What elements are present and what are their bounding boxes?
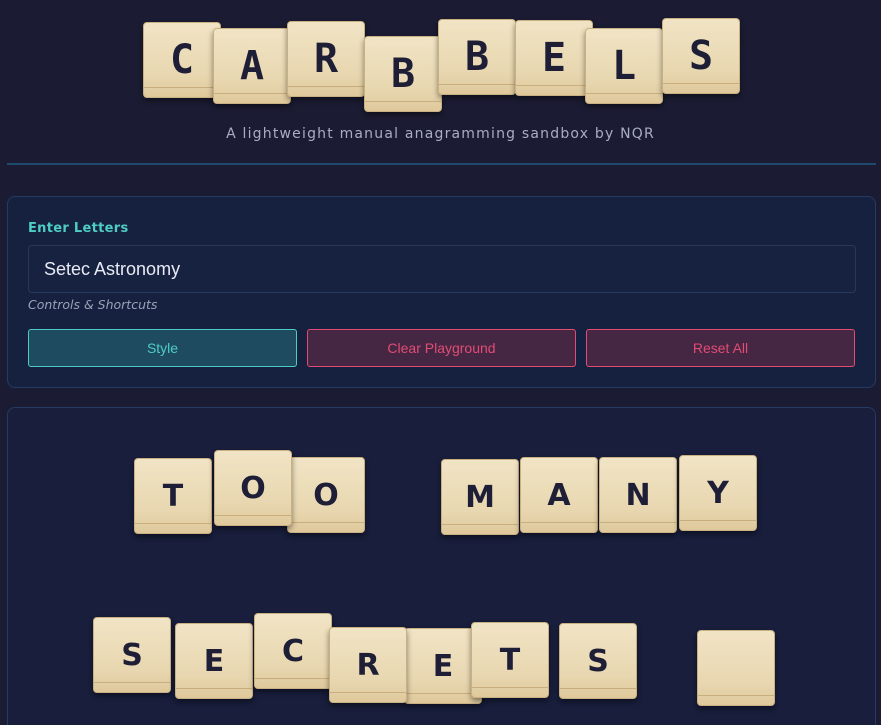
controls-panel: Enter Letters Controls & Shortcuts Style… <box>7 196 876 388</box>
letter-tile[interactable]: N <box>599 457 677 533</box>
subtitle: A lightweight manual anagramming sandbox… <box>226 126 655 142</box>
letter-tile[interactable]: O <box>214 450 292 526</box>
clear-playground-button[interactable]: Clear Playground <box>307 329 576 367</box>
enter-letters-label: Enter Letters <box>28 221 129 236</box>
letter-tile[interactable]: T <box>471 622 549 698</box>
letter-tile[interactable]: A <box>520 457 598 533</box>
letter-tile[interactable]: Y <box>679 455 757 531</box>
reset-all-button[interactable]: Reset All <box>586 329 855 367</box>
logo-tile-c: C <box>143 22 221 98</box>
letter-tile[interactable]: E <box>175 623 253 699</box>
letter-tile[interactable]: R <box>329 627 407 703</box>
letter-tile[interactable]: O <box>287 457 365 533</box>
blank-tile[interactable] <box>697 630 775 706</box>
style-button[interactable]: Style <box>28 329 297 367</box>
logo-tile-b2: B <box>438 19 516 95</box>
logo-tile-a: A <box>213 28 291 104</box>
logo-tile-b1: B <box>364 36 442 112</box>
letter-tile[interactable]: M <box>441 459 519 535</box>
letter-tile[interactable]: S <box>93 617 171 693</box>
letters-input[interactable] <box>28 245 856 293</box>
logo-tile-e: E <box>515 20 593 96</box>
playground[interactable]: O T O M A N Y S E C E R T S <box>7 407 876 725</box>
header-divider <box>7 163 876 165</box>
logo-tile-l: L <box>585 28 663 104</box>
logo-tile-r: R <box>287 21 365 97</box>
letter-tile[interactable]: T <box>134 458 212 534</box>
logo-tile-s: S <box>662 18 740 94</box>
controls-shortcuts-link[interactable]: Controls & Shortcuts <box>28 297 157 312</box>
letter-tile[interactable]: C <box>254 613 332 689</box>
letter-tile[interactable]: S <box>559 623 637 699</box>
